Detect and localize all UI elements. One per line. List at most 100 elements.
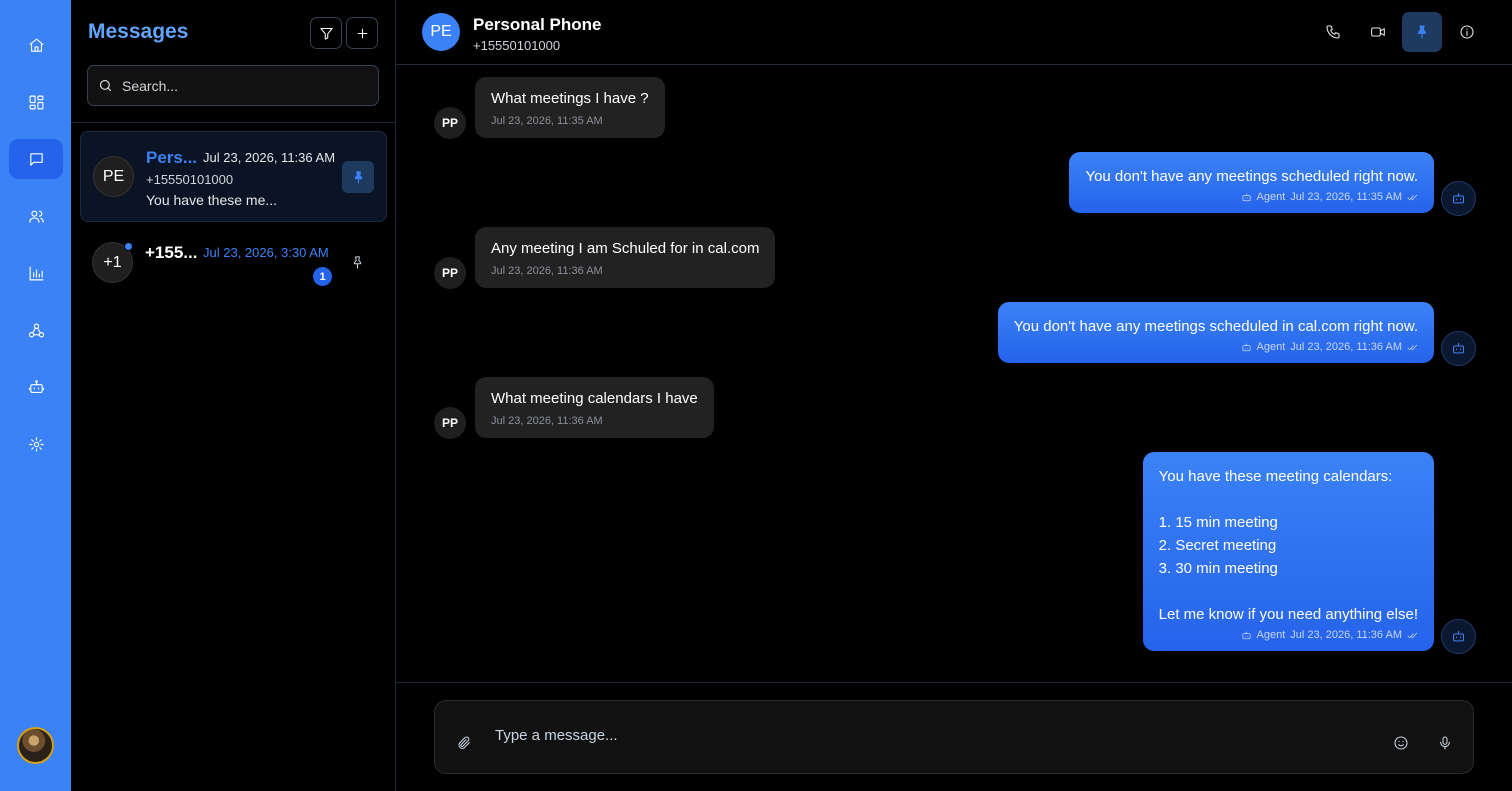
message-meta: Agent Jul 23, 2026, 11:36 AM (1014, 341, 1418, 353)
nav-agents[interactable] (9, 367, 63, 407)
outgoing-message: You don't have any meetings scheduled in… (997, 302, 1434, 363)
message-meta: Agent Jul 23, 2026, 11:36 AM (1159, 629, 1418, 641)
filter-button[interactable] (310, 17, 342, 49)
message-text: You don't have any meetings scheduled ri… (1085, 168, 1418, 185)
message-time: Jul 23, 2026, 11:36 AM (491, 415, 603, 427)
conversation-name: Pers... (146, 148, 198, 167)
contact-avatar: PE (422, 13, 460, 51)
message-input[interactable] (495, 727, 1375, 744)
bot-icon (1452, 342, 1465, 354)
double-check-icon (1407, 344, 1417, 350)
message-time: Jul 23, 2026, 11:35 AM (491, 115, 603, 127)
new-conversation-button[interactable] (346, 17, 378, 49)
nav-webhooks[interactable] (9, 310, 63, 350)
nav-analytics[interactable] (9, 253, 63, 293)
message-sender: Agent (1256, 191, 1286, 203)
agent-avatar (1441, 181, 1476, 216)
nav-messages[interactable] (9, 139, 63, 179)
voice-button[interactable] (1432, 730, 1458, 756)
bot-icon (1452, 630, 1465, 642)
pin-button[interactable] (341, 246, 373, 278)
conversation-time: Jul 23, 2026, 11:36 AM (203, 150, 336, 165)
nav-settings[interactable] (9, 424, 63, 464)
conversation-preview: You have these me... (146, 192, 278, 208)
home-icon (29, 38, 43, 52)
messages-icon (29, 152, 43, 166)
pin-icon (1418, 25, 1426, 39)
nav-rail (0, 0, 71, 791)
paperclip-icon (458, 736, 470, 749)
nav-dashboard[interactable] (9, 82, 63, 122)
emoji-button[interactable] (1388, 730, 1414, 756)
panel-title: Messages (88, 20, 189, 43)
contact-name: Personal Phone (473, 15, 602, 34)
message-text: Any meeting I am Schuled for in cal.com (491, 240, 760, 257)
conversation-time: Jul 23, 2026, 3:30 AM (203, 245, 329, 260)
conversation-avatar: PE (93, 156, 134, 197)
nav-home[interactable] (9, 25, 63, 65)
video-call-button[interactable] (1358, 12, 1398, 52)
analytics-icon (29, 266, 43, 280)
info-icon (1460, 25, 1474, 39)
info-button[interactable] (1447, 12, 1487, 52)
bot-icon (1452, 192, 1465, 204)
phone-icon (1326, 25, 1340, 39)
incoming-message: What meeting calendars I have Jul 23, 20… (475, 377, 714, 438)
nav-contacts[interactable] (9, 196, 63, 236)
outgoing-message: You have these meeting calendars: 1. 15 … (1142, 452, 1434, 651)
microphone-icon (1440, 736, 1450, 750)
list-divider (71, 122, 395, 123)
double-check-icon (1407, 194, 1417, 200)
message-sender: Agent (1256, 629, 1286, 641)
sender-avatar: PP (434, 107, 466, 139)
filter-icon (319, 27, 333, 40)
agents-icon (28, 379, 44, 393)
sender-avatar: PP (434, 407, 466, 439)
plus-icon (357, 28, 367, 38)
incoming-message: What meetings I have ? Jul 23, 2026, 11:… (475, 77, 665, 138)
search-box (87, 65, 379, 106)
attach-button[interactable] (451, 730, 477, 756)
conversation-list-panel: Messages PE Pers... Jul 23, 2026, 11:36 … (71, 0, 396, 791)
pin-icon (354, 170, 362, 184)
chat-area: PE Personal Phone +15550101000 PP What m… (396, 0, 1512, 791)
message-meta: Agent Jul 23, 2026, 11:35 AM (1085, 191, 1418, 203)
message-text: You don't have any meetings scheduled in… (1013, 318, 1418, 335)
message-composer (434, 700, 1474, 774)
outgoing-message: You don't have any meetings scheduled ri… (1069, 152, 1434, 213)
dashboard-icon (29, 95, 43, 109)
contacts-icon (28, 210, 44, 223)
double-check-icon (1407, 632, 1417, 638)
search-input[interactable] (122, 77, 362, 94)
call-button[interactable] (1313, 12, 1353, 52)
message-time: Jul 23, 2026, 11:36 AM (1290, 629, 1402, 641)
bot-icon (1241, 342, 1251, 351)
sender-avatar: PP (434, 257, 466, 289)
bot-icon (1241, 630, 1251, 639)
search-icon (99, 79, 112, 92)
video-icon (1371, 27, 1385, 37)
pin-outline-icon (353, 255, 361, 269)
app-root: Messages PE Pers... Jul 23, 2026, 11:36 … (0, 0, 1512, 791)
pin-conversation-button[interactable] (1402, 12, 1442, 52)
message-sender: Agent (1256, 341, 1286, 353)
settings-icon (28, 436, 44, 452)
online-indicator (124, 242, 133, 251)
agent-avatar (1441, 331, 1476, 366)
chat-header: PE Personal Phone +15550101000 (396, 0, 1512, 65)
message-text: What meeting calendars I have (491, 390, 698, 407)
user-avatar[interactable] (17, 727, 54, 764)
conversation-phone: +15550101000 (146, 172, 234, 187)
incoming-message: Any meeting I am Schuled for in cal.com … (475, 227, 776, 288)
composer-divider (396, 682, 1512, 683)
message-time: Jul 23, 2026, 11:36 AM (491, 265, 603, 277)
smiley-icon (1394, 736, 1408, 750)
contact-phone: +15550101000 (473, 38, 561, 53)
unread-badge: 1 (313, 267, 332, 286)
conversation-item[interactable]: PE Pers... Jul 23, 2026, 11:36 AM +15550… (80, 131, 387, 222)
conversation-item[interactable]: +1 +155... Jul 23, 2026, 3:30 AM 1 (80, 218, 387, 309)
pin-button[interactable] (342, 161, 374, 193)
message-time: Jul 23, 2026, 11:36 AM (1290, 341, 1402, 353)
message-text: You have these meeting calendars: 1. 15 … (1158, 468, 1418, 623)
agent-avatar (1441, 619, 1476, 654)
